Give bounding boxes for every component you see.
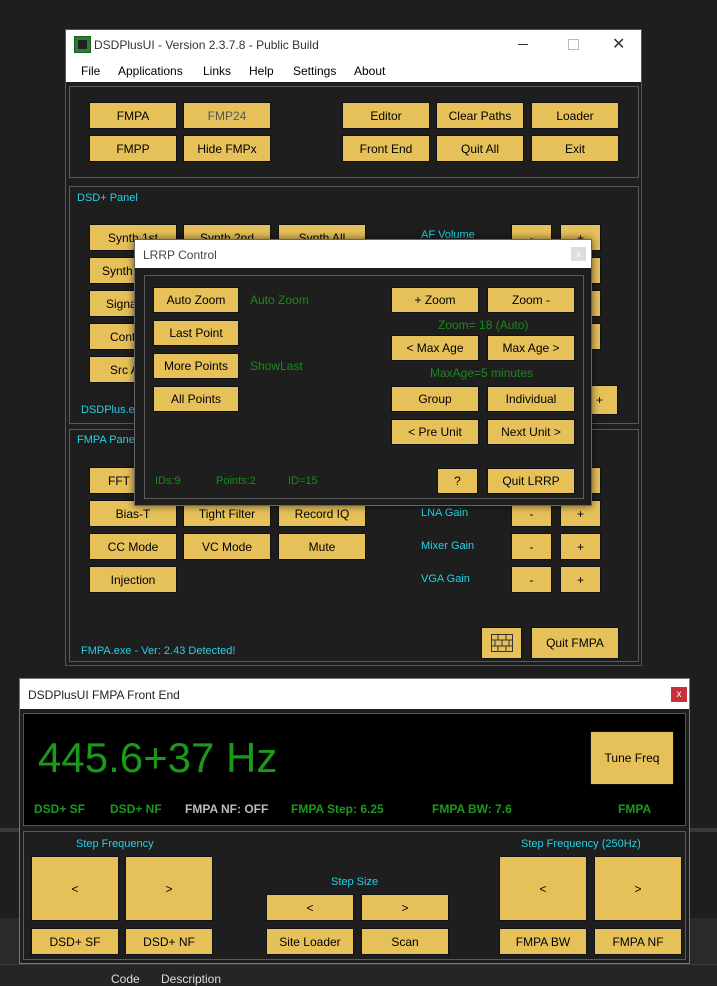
lrrp-close-icon[interactable]: x: [571, 247, 586, 261]
frequency-display-panel: 445.6+37 Hz Tune Freq DSD+ SF DSD+ NF FM…: [23, 713, 686, 826]
step-frequency-250-label: Step Frequency (250Hz): [521, 838, 641, 850]
zoom-in-button[interactable]: + Zoom: [391, 287, 479, 313]
quit-lrrp-button[interactable]: Quit LRRP: [487, 468, 575, 494]
zoom-status: Zoom= 18 (Auto): [438, 318, 529, 332]
current-id: ID=15: [288, 475, 318, 487]
fmpa-nf-status: FMPA NF: OFF: [185, 802, 269, 816]
max-age-dec-button[interactable]: < Max Age: [391, 335, 479, 361]
app-icon: [74, 36, 91, 53]
exit-button[interactable]: Exit: [531, 135, 619, 162]
menu-applications[interactable]: Applications: [118, 64, 183, 78]
step-size-right-button[interactable]: >: [361, 894, 449, 921]
lrrp-title: LRRP Control: [143, 248, 217, 262]
step-controls-panel: Step Frequency < > Step Size < > Step Fr…: [23, 831, 686, 960]
fmpa-bw-status: FMPA BW: 7.6: [432, 802, 512, 816]
menu-bar: File Applications Links Help Settings Ab…: [66, 58, 641, 82]
vga-gain-label: VGA Gain: [421, 573, 470, 585]
step-size-left-button[interactable]: <: [266, 894, 354, 921]
vga-gain-minus-button[interactable]: -: [511, 566, 552, 593]
lrrp-inner-panel: Auto Zoom Auto Zoom Last Point More Poin…: [144, 275, 584, 499]
maximize-icon[interactable]: [568, 39, 579, 50]
main-titlebar: DSDPlusUI - Version 2.3.7.8 - Public Bui…: [66, 30, 641, 58]
dsd-nf-status: DSD+ NF: [110, 802, 162, 816]
fmpa-status-indicator: FMPA: [618, 802, 652, 816]
step-size-label: Step Size: [331, 876, 379, 888]
injection-button[interactable]: Injection: [89, 566, 177, 593]
auto-zoom-status: Auto Zoom: [250, 293, 309, 307]
step-freq-right-button[interactable]: >: [125, 856, 213, 921]
step-freq-250-right-button[interactable]: >: [594, 856, 682, 921]
zoom-out-button[interactable]: Zoom -: [487, 287, 575, 313]
fmpa-bw-button[interactable]: FMPA BW: [499, 928, 587, 955]
auto-zoom-button[interactable]: Auto Zoom: [153, 287, 239, 313]
cc-mode-button[interactable]: CC Mode: [89, 533, 177, 560]
help-button[interactable]: ?: [437, 468, 478, 494]
scan-button[interactable]: Scan: [361, 928, 449, 955]
close-icon[interactable]: ✕: [612, 34, 625, 54]
points-count: Points:2: [216, 475, 256, 487]
front-end-title: DSDPlusUI FMPA Front End: [28, 688, 180, 702]
front-end-button[interactable]: Front End: [342, 135, 430, 162]
front-end-titlebar: DSDPlusUI FMPA Front End x: [20, 679, 689, 709]
pre-unit-button[interactable]: < Pre Unit: [391, 419, 479, 445]
menu-links[interactable]: Links: [203, 64, 231, 78]
mute-button[interactable]: Mute: [278, 533, 366, 560]
main-title: DSDPlusUI - Version 2.3.7.8 - Public Bui…: [94, 38, 319, 52]
wall-icon-button[interactable]: [481, 627, 522, 659]
front-end-close-icon[interactable]: x: [671, 687, 687, 702]
max-age-inc-button[interactable]: Max Age >: [487, 335, 575, 361]
frequency-readout: 445.6+37 Hz: [38, 734, 278, 781]
ids-count: IDs:9: [155, 475, 181, 487]
mixer-gain-minus-button[interactable]: -: [511, 533, 552, 560]
dsdplus-status: DSDPlus.ex: [81, 404, 141, 416]
quit-fmpa-button[interactable]: Quit FMPA: [531, 627, 619, 659]
hide-fmpx-button[interactable]: Hide FMPx: [183, 135, 271, 162]
tune-freq-button[interactable]: Tune Freq: [590, 731, 674, 785]
menu-help[interactable]: Help: [249, 64, 274, 78]
vc-mode-button[interactable]: VC Mode: [183, 533, 271, 560]
minimize-icon[interactable]: [518, 44, 528, 45]
fmpa-panel-title: FMPA Panel: [77, 434, 138, 446]
brick-wall-icon: [490, 634, 513, 652]
lna-gain-label: LNA Gain: [421, 507, 469, 519]
site-loader-button[interactable]: Site Loader: [266, 928, 354, 955]
fmpp-button[interactable]: FMPP: [89, 135, 177, 162]
more-points-button[interactable]: More Points: [153, 353, 239, 379]
mixer-gain-plus-button[interactable]: +: [560, 533, 601, 560]
editor-button[interactable]: Editor: [342, 102, 430, 129]
mixer-gain-label: Mixer Gain: [421, 540, 475, 552]
loader-button[interactable]: Loader: [531, 102, 619, 129]
all-points-button[interactable]: All Points: [153, 386, 239, 412]
background-ide-bottom: [0, 964, 717, 985]
fmpa-nf-button[interactable]: FMPA NF: [594, 928, 682, 955]
menu-about[interactable]: About: [354, 64, 385, 78]
lrrp-titlebar: LRRP Control x: [135, 240, 591, 268]
lrrp-control-dialog: LRRP Control x Auto Zoom Auto Zoom Last …: [134, 239, 592, 506]
fmpa-button[interactable]: FMPA: [89, 102, 177, 129]
individual-button[interactable]: Individual: [487, 386, 575, 412]
quit-all-button[interactable]: Quit All: [436, 135, 524, 162]
menu-settings[interactable]: Settings: [293, 64, 336, 78]
dsd-panel-title: DSD+ Panel: [77, 192, 138, 204]
step-frequency-label: Step Frequency: [76, 838, 154, 850]
step-freq-left-button[interactable]: <: [31, 856, 119, 921]
dsd-sf-status: DSD+ SF: [34, 802, 86, 816]
step-freq-250-left-button[interactable]: <: [499, 856, 587, 921]
clear-paths-button[interactable]: Clear Paths: [436, 102, 524, 129]
group-button[interactable]: Group: [391, 386, 479, 412]
fmpa-status: FMPA.exe - Ver: 2.43 Detected!: [81, 645, 236, 657]
dsd-sf-button[interactable]: DSD+ SF: [31, 928, 119, 955]
show-last-status: ShowLast: [250, 359, 303, 373]
dsd-nf-button[interactable]: DSD+ NF: [125, 928, 213, 955]
fmpa-step-status: FMPA Step: 6.25: [291, 802, 384, 816]
fmp24-button[interactable]: FMP24: [183, 102, 271, 129]
next-unit-button[interactable]: Next Unit >: [487, 419, 575, 445]
menu-file[interactable]: File: [81, 64, 100, 78]
launch-panel: FMPA FMP24 Editor Clear Paths Loader FMP…: [69, 86, 639, 178]
max-age-status: MaxAge=5 minutes: [430, 366, 534, 380]
front-end-window: DSDPlusUI FMPA Front End x 445.6+37 Hz T…: [19, 678, 690, 964]
last-point-button[interactable]: Last Point: [153, 320, 239, 346]
vga-gain-plus-button[interactable]: +: [560, 566, 601, 593]
